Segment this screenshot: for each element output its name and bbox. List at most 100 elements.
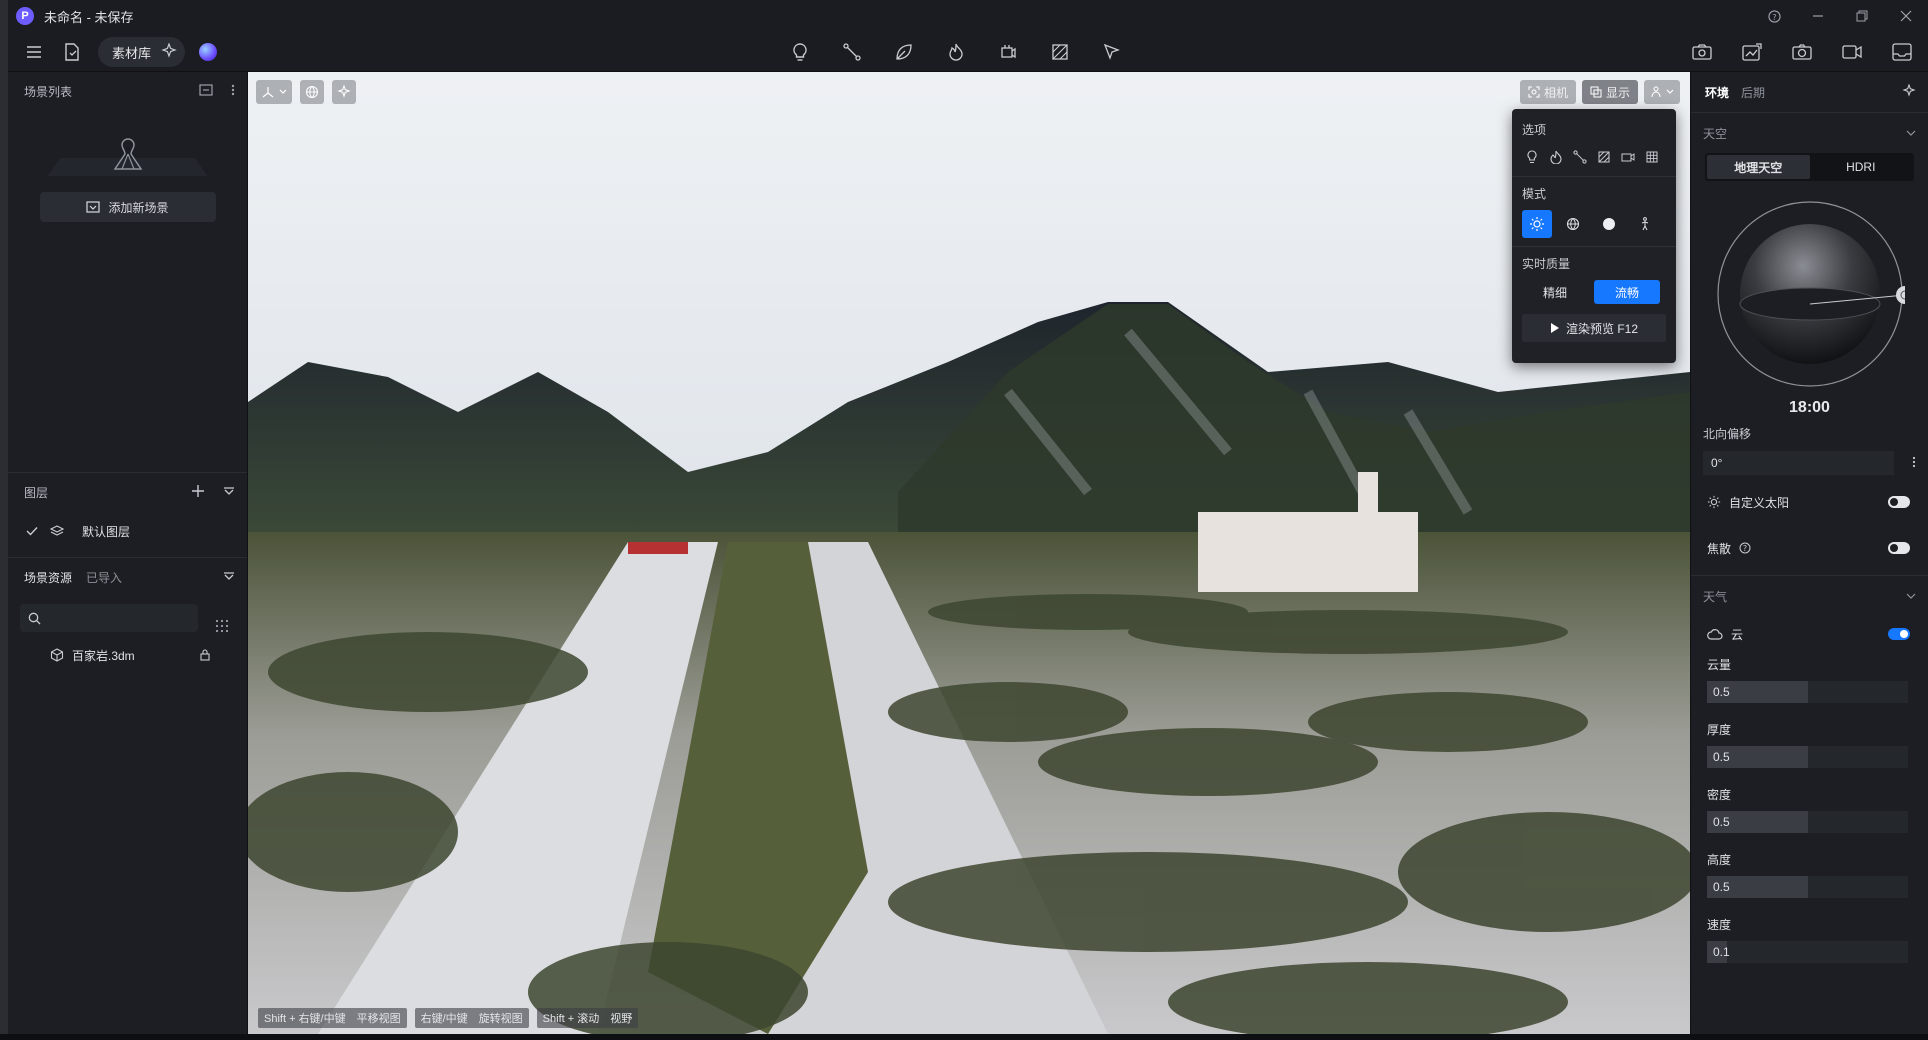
path-icon[interactable] (840, 40, 864, 64)
walk-mode-icon[interactable] (1630, 210, 1660, 238)
asset-item[interactable]: 百家岩.3dm (8, 640, 247, 670)
asset-search-input[interactable] (20, 604, 198, 632)
flame-icon[interactable] (944, 40, 968, 64)
density-slider[interactable]: 0.5 (1707, 811, 1908, 833)
light-toggle-icon[interactable] (1522, 146, 1542, 168)
quality-title: 实时质量 (1522, 257, 1571, 271)
custom-sun-toggle[interactable] (1888, 496, 1910, 508)
north-offset-input[interactable]: 0° (1703, 451, 1916, 475)
grid-view-icon[interactable] (208, 612, 236, 640)
cloud-label: 云 (1731, 627, 1744, 642)
render-camera-icon[interactable] (1690, 40, 1714, 64)
speed-slider[interactable]: 0.1 (1707, 941, 1908, 963)
camera-icon[interactable] (1790, 40, 1814, 64)
close-button[interactable] (1884, 0, 1928, 32)
left-edge-strip (0, 0, 8, 1040)
render-preview-button[interactable]: 渲染预览 F12 (1522, 314, 1666, 342)
lightbulb-icon[interactable] (788, 40, 812, 64)
leaf-icon[interactable] (892, 40, 916, 64)
ai-orb-icon[interactable] (199, 43, 218, 61)
asset-library-label: 素材库 (112, 45, 152, 61)
camera-view-button[interactable]: 相机 (1519, 80, 1576, 104)
sparkle-tool-icon[interactable] (332, 80, 356, 104)
north-offset-label: 北向偏移 (1703, 426, 1752, 441)
viewport-right-tools: 相机 显示 (1519, 80, 1680, 104)
quality-fine-button[interactable]: 精细 (1522, 280, 1588, 304)
north-offset-more-icon[interactable] (1912, 456, 1916, 471)
cloud-row: 云 (1691, 616, 1928, 652)
flame-toggle-icon[interactable] (1546, 146, 1566, 168)
restore-button[interactable] (1840, 0, 1884, 32)
pointer-icon[interactable] (1100, 40, 1124, 64)
asset-name: 百家岩.3dm (72, 648, 135, 663)
minimize-button[interactable] (1796, 0, 1840, 32)
scene-add-icon[interactable] (199, 83, 213, 99)
cloud-amount-slider[interactable]: 0.5 (1707, 681, 1908, 703)
tab-post[interactable]: 后期 (1741, 84, 1765, 101)
export-icon[interactable] (1740, 40, 1764, 64)
globe-icon[interactable] (300, 80, 324, 104)
file-icon[interactable] (60, 40, 84, 64)
more-icon[interactable] (231, 84, 235, 99)
navigation-hints: Shift + 右键/中键 平移视图 右键/中键 旋转视图 Shift + 滚动… (258, 1008, 639, 1028)
tab-environment[interactable]: 环境 (1705, 84, 1729, 101)
help-icon[interactable]: ? (1752, 0, 1796, 32)
menu-icon[interactable] (22, 40, 46, 64)
scene-assets-title[interactable]: 场景资源 (24, 569, 72, 586)
weather-section-header[interactable]: 天气 (1691, 576, 1928, 616)
add-scene-icon (86, 201, 101, 213)
layer-item-default[interactable]: 默认图层 (8, 511, 247, 551)
user-view-dropdown[interactable] (1644, 80, 1680, 104)
default-layer-label: 默认图层 (82, 524, 131, 539)
svg-text:?: ? (1772, 11, 1776, 21)
layers-title: 图层 (24, 485, 49, 500)
crop-icon[interactable] (996, 40, 1020, 64)
cloud-toggle[interactable] (1888, 628, 1910, 640)
caustics-toggle[interactable] (1888, 542, 1910, 554)
viewport-left-tools (256, 80, 356, 104)
globe-mode-icon[interactable] (1558, 210, 1588, 238)
asset-library-button[interactable]: 素材库 (98, 37, 186, 67)
sun-position-dial[interactable] (1715, 199, 1914, 389)
weather-title: 天气 (1703, 589, 1728, 604)
info-icon[interactable]: ? (1739, 542, 1751, 554)
sun-time: 18:00 (1789, 399, 1830, 416)
quality-smooth-button[interactable]: 流畅 (1594, 280, 1660, 304)
sky-geo-option[interactable]: 地理天空 (1707, 155, 1810, 179)
density-value: 0.5 (1713, 815, 1730, 829)
3d-viewport[interactable]: 相机 显示 Shift + 右键/中键 平移视图 右键/中键 旋转视图 Shif… (248, 72, 1690, 1034)
sparkle-icon[interactable] (161, 41, 177, 62)
lock-icon[interactable] (200, 649, 210, 661)
sky-section-header[interactable]: 天空 (1691, 113, 1928, 153)
sky-chevron-icon[interactable] (1906, 128, 1916, 139)
imported-tab[interactable]: 已导入 (86, 569, 122, 586)
texture-toggle-icon[interactable] (1594, 146, 1614, 168)
thickness-label: 厚度 (1707, 723, 1732, 737)
solid-sphere-icon[interactable] (1594, 210, 1624, 238)
add-scene-button[interactable]: 添加新场景 (39, 192, 216, 222)
axis-gizmo-dropdown[interactable] (256, 80, 292, 104)
sky-title: 天空 (1703, 126, 1728, 141)
axis-icon (262, 87, 274, 98)
add-layer-icon[interactable] (191, 484, 205, 501)
sky-hdri-option[interactable]: HDRI (1810, 155, 1913, 179)
inbox-icon[interactable] (1890, 40, 1914, 64)
display-button[interactable]: 显示 (1581, 80, 1638, 104)
weather-chevron-icon[interactable] (1906, 591, 1916, 602)
texture-icon[interactable] (1048, 40, 1072, 64)
camera-toggle-icon[interactable] (1618, 146, 1638, 168)
camera-view-label: 相机 (1543, 85, 1568, 100)
terrain-render[interactable] (248, 72, 1690, 1034)
mode-title: 模式 (1522, 187, 1547, 201)
check-icon[interactable] (26, 526, 38, 536)
magic-icon[interactable] (1902, 82, 1916, 101)
grid-toggle-icon[interactable] (1642, 146, 1662, 168)
options-title: 选项 (1522, 123, 1547, 137)
assets-collapse-icon[interactable] (223, 570, 235, 584)
height-slider[interactable]: 0.5 (1707, 876, 1908, 898)
thickness-slider[interactable]: 0.5 (1707, 746, 1908, 768)
video-icon[interactable] (1840, 40, 1864, 64)
path-toggle-icon[interactable] (1570, 146, 1590, 168)
sun-icon[interactable] (1522, 210, 1552, 238)
layers-collapse-icon[interactable] (223, 485, 235, 499)
